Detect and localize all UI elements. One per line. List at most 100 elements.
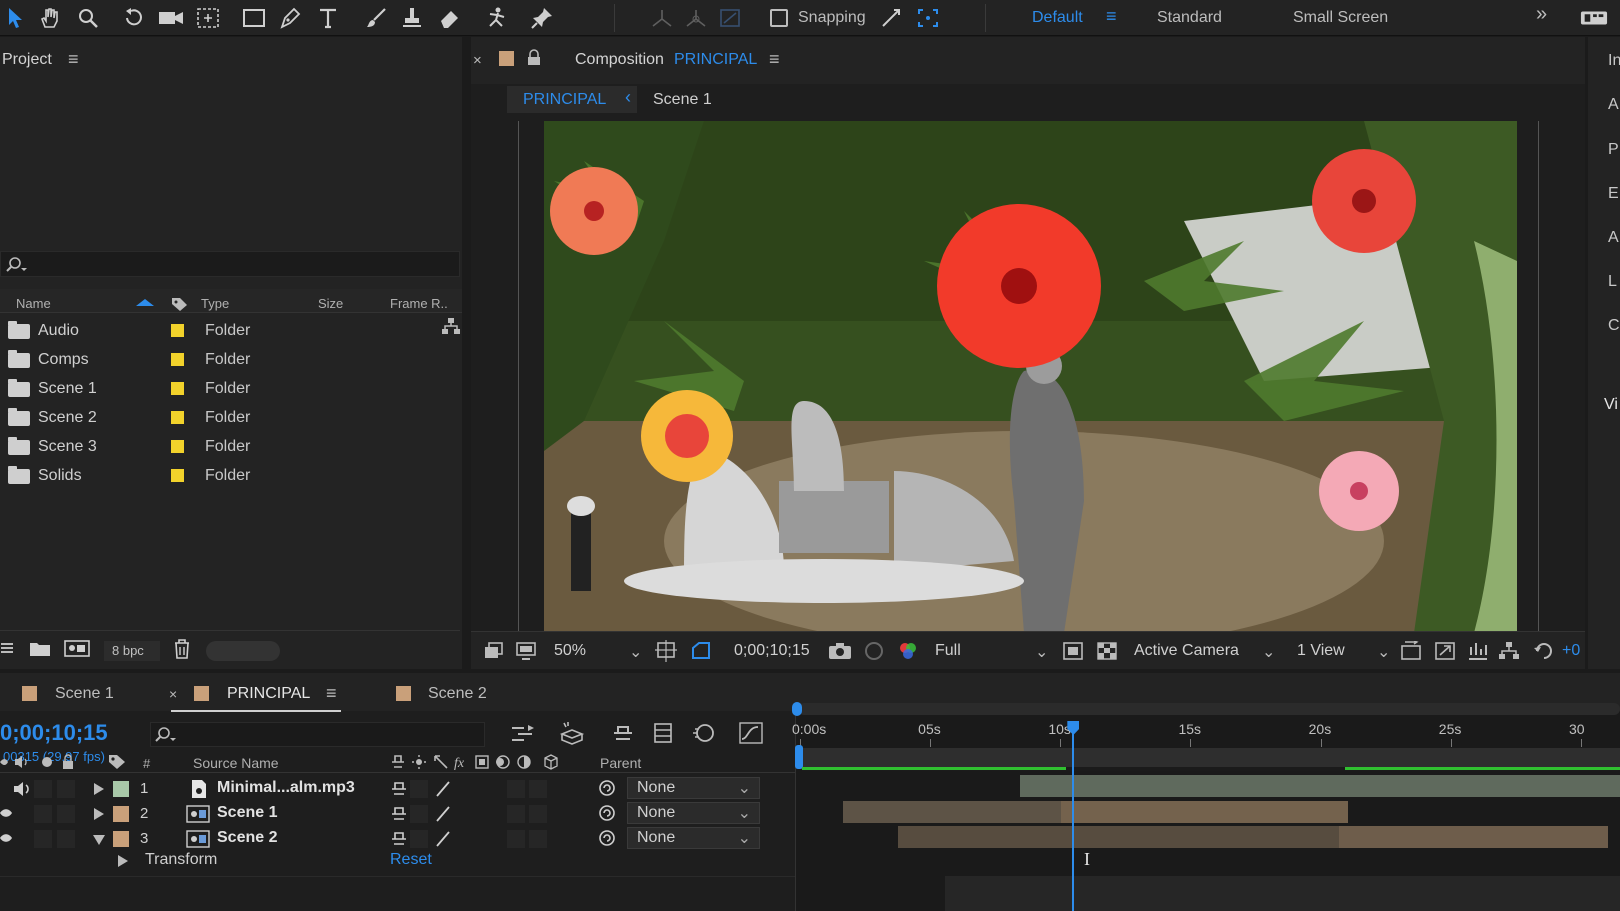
solo-toggle[interactable] [34, 780, 52, 798]
shy-switch-icon[interactable] [390, 805, 408, 823]
clone-stamp-tool-icon[interactable] [398, 4, 426, 32]
pen-tool-icon[interactable] [276, 4, 304, 32]
label-color-swatch[interactable] [171, 469, 184, 482]
layer-source-name[interactable]: Scene 2 [217, 829, 277, 847]
character-panel-tab[interactable]: C [1608, 317, 1620, 335]
new-folder-icon[interactable] [29, 640, 51, 657]
align-panel-tab[interactable]: A [1608, 229, 1619, 247]
transform-expand-icon[interactable] [118, 855, 128, 867]
view-layout-dropdown[interactable]: 1 View ⌄ [1297, 642, 1392, 661]
project-menu-icon[interactable]: ≡ [68, 49, 79, 70]
breadcrumb-scene-1[interactable]: Scene 1 [653, 91, 712, 109]
3d-switch[interactable] [529, 830, 547, 848]
roto-brush-tool-icon[interactable] [483, 4, 511, 32]
channel-rgb-icon[interactable] [897, 641, 919, 661]
pick-whip-icon[interactable] [598, 829, 616, 847]
workspace-small-screen-tab[interactable]: Small Screen [1293, 9, 1388, 27]
eye-visibility-icon[interactable] [0, 832, 12, 844]
shy-switch-icon[interactable] [390, 830, 408, 848]
axis-world-icon[interactable] [682, 4, 710, 32]
fast-previews-icon[interactable] [1434, 641, 1456, 661]
transform-label[interactable]: Transform [145, 851, 217, 869]
3d-switch[interactable] [529, 805, 547, 823]
camera-tool-icon[interactable] [157, 4, 185, 32]
monitor-icon[interactable] [516, 642, 536, 660]
frame-blending-icon[interactable] [652, 721, 674, 745]
label-color-swatch[interactable] [171, 353, 184, 366]
audio-toggle-icon[interactable] [12, 780, 32, 798]
axis-local-icon[interactable] [648, 4, 676, 32]
timeline-current-timecode[interactable]: 0;00;10;15 [0, 720, 108, 746]
expand-layer-icon[interactable] [94, 783, 104, 795]
expand-layer-icon[interactable] [94, 808, 104, 820]
comp-flowchart-icon[interactable] [1498, 641, 1520, 661]
solo-toggle[interactable] [34, 830, 52, 848]
lock-toggle[interactable] [57, 780, 75, 798]
timeline-layer-row[interactable]: 3 Scene 2 None ⌄ [0, 826, 795, 852]
region-of-interest-icon[interactable] [1062, 641, 1084, 661]
lock-toggle[interactable] [57, 830, 75, 848]
info-panel-tab[interactable]: In [1608, 52, 1620, 70]
adjustment-switch[interactable] [507, 780, 525, 798]
snapping-checkbox[interactable] [768, 4, 790, 32]
collapse-switch[interactable] [410, 780, 428, 798]
project-item-row[interactable]: Solids Folder [0, 462, 455, 490]
eye-visibility-icon[interactable] [0, 807, 12, 819]
project-item-row[interactable]: Comps Folder [0, 346, 455, 374]
quality-switch-icon[interactable] [434, 780, 452, 798]
tab-scene-1[interactable]: Scene 1 [55, 685, 114, 703]
solo-toggle[interactable] [34, 805, 52, 823]
close-tab-icon[interactable]: × [169, 686, 177, 702]
layer-label-swatch[interactable] [113, 806, 129, 822]
pan-behind-tool-icon[interactable] [194, 4, 222, 32]
pick-whip-icon[interactable] [598, 804, 616, 822]
parent-dropdown[interactable]: None ⌄ [627, 827, 760, 849]
motion-blur-icon[interactable] [691, 721, 715, 745]
transparency-grid-icon[interactable] [1096, 641, 1118, 661]
collapse-switch[interactable] [410, 805, 428, 823]
snap-features-icon[interactable] [914, 4, 942, 32]
magnification-dropdown[interactable]: 50% ⌄ [554, 642, 644, 661]
resolution-grid-icon[interactable] [655, 640, 677, 662]
workspace-menu-icon[interactable]: ≡ [1106, 6, 1117, 27]
mask-visibility-icon[interactable] [689, 640, 713, 662]
work-area-bar[interactable] [798, 703, 1620, 715]
exposure-value[interactable]: +0 [1562, 642, 1580, 660]
timeline-layer-row[interactable]: 2 Scene 1 None ⌄ [0, 801, 795, 827]
flowchart-icon[interactable] [441, 317, 461, 335]
rectangle-tool-icon[interactable] [240, 4, 268, 32]
quality-switch-icon[interactable] [434, 830, 452, 848]
layer-2-duration-bar[interactable] [1061, 801, 1348, 823]
playhead[interactable] [1067, 721, 1080, 911]
workspace-default-tab[interactable]: Default [1032, 9, 1083, 27]
eraser-tool-icon[interactable] [436, 4, 464, 32]
breadcrumb-principal[interactable]: PRINCIPAL [523, 91, 606, 109]
layer-source-name[interactable]: Minimal...alm.mp3 [217, 779, 355, 797]
work-area-start-handle[interactable] [792, 702, 802, 716]
brush-tool-icon[interactable] [362, 4, 390, 32]
close-composition-icon[interactable]: × [473, 52, 482, 69]
composition-viewer-image[interactable] [544, 121, 1517, 633]
label-color-swatch[interactable] [171, 440, 184, 453]
label-color-swatch[interactable] [171, 324, 184, 337]
pick-whip-icon[interactable] [598, 779, 616, 797]
type-tool-icon[interactable] [314, 4, 342, 32]
graph-editor-icon[interactable] [738, 721, 764, 745]
layer-1-duration-bar[interactable] [1020, 775, 1620, 797]
bit-depth-button[interactable]: 8 bpc [104, 641, 160, 661]
viewer-timecode[interactable]: 0;00;10;15 [734, 642, 810, 660]
column-source-name-header[interactable]: Source Name [193, 755, 279, 771]
layer-3-duration-bar[interactable] [1339, 826, 1608, 848]
tab-scene-2[interactable]: Scene 2 [428, 685, 487, 703]
reset-exposure-icon[interactable] [1533, 641, 1555, 661]
axis-view-icon[interactable] [716, 4, 744, 32]
project-item-row[interactable]: Scene 2 Folder [0, 404, 455, 432]
hand-tool-icon[interactable] [36, 4, 64, 32]
3d-switch[interactable] [529, 780, 547, 798]
puppet-pin-tool-icon[interactable] [528, 4, 556, 32]
parent-dropdown[interactable]: None ⌄ [627, 802, 760, 824]
interpret-footage-icon[interactable] [0, 640, 16, 656]
transform-reset-link[interactable]: Reset [390, 851, 432, 869]
timeline-toggle-icon[interactable] [1467, 641, 1489, 661]
snapshot-camera-icon[interactable] [828, 642, 852, 660]
